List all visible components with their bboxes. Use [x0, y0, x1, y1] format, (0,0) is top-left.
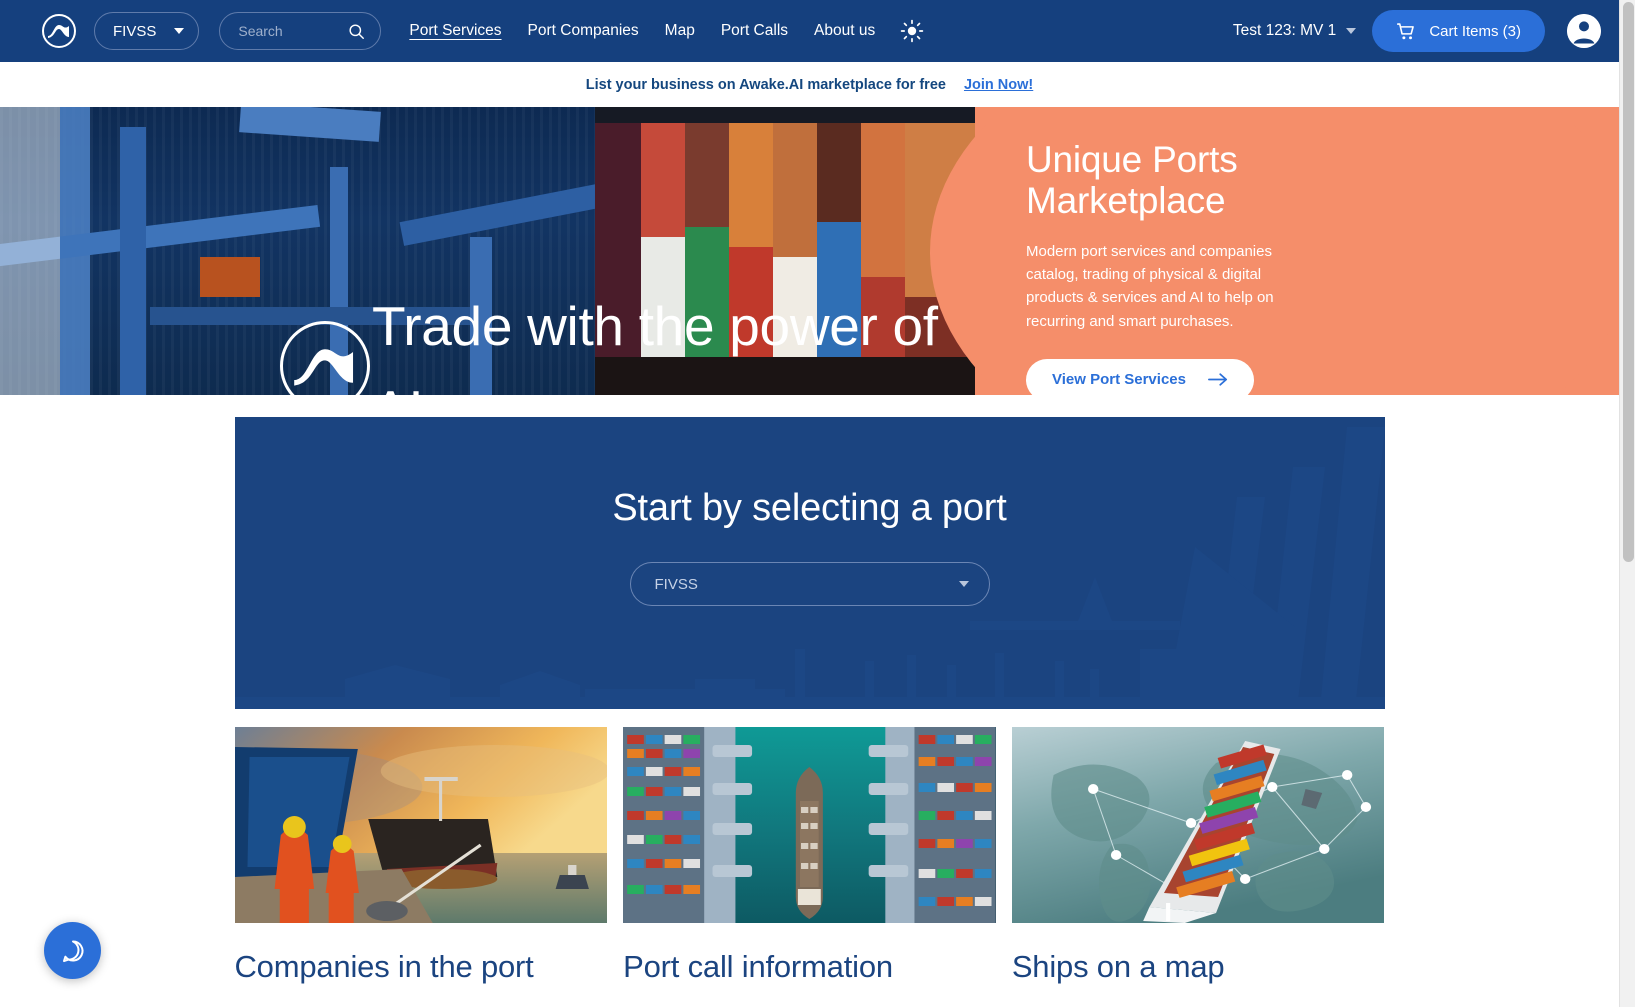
cart-button-label: Cart Items (3): [1429, 22, 1521, 40]
card-companies-in-the-port[interactable]: Companies in the port: [234, 727, 608, 985]
awake-ai-logo[interactable]: [42, 14, 76, 48]
card-port-call-information[interactable]: Port call information: [623, 727, 996, 985]
account-circle-icon[interactable]: [1567, 14, 1601, 48]
header-right-group: Test 123: MV 1 Cart Items (3): [1233, 10, 1601, 52]
card-ships-on-a-map[interactable]: Ships on a map: [1011, 727, 1385, 985]
cart-button[interactable]: Cart Items (3): [1372, 10, 1545, 52]
port-workers-at-sunset-photo: [234, 727, 608, 923]
container-ship-world-map-photo: [1011, 727, 1385, 923]
hero-marketing-panel: Unique Ports Marketplace Modern port ser…: [1026, 107, 1546, 395]
card-title: Port call information: [623, 949, 893, 984]
view-port-services-label: View Port Services: [1052, 371, 1186, 389]
sun-icon[interactable]: [899, 18, 925, 44]
header-port-selector-value: FIVSS: [113, 22, 157, 40]
chevron-down-icon: [958, 581, 969, 587]
card-title: Companies in the port: [234, 949, 534, 984]
browser-viewport: FIVSS Port Services Port Companies Map P…: [0, 0, 1619, 1007]
aerial-container-terminal-photo: [623, 727, 996, 923]
page-scrollbar[interactable]: [1619, 0, 1635, 1007]
page-content: Start by selecting a port FIVSS Companie…: [0, 395, 1619, 985]
card-title: Ships on a map: [1011, 949, 1225, 984]
hero-section: Trade with the power of AI Unique Ports …: [0, 107, 1619, 395]
hero-body: Modern port services and companies catal…: [1026, 242, 1274, 330]
port-dropdown-value: FIVSS: [654, 575, 698, 593]
nav-item-map[interactable]: Map: [665, 22, 695, 40]
port-panel-title: Start by selecting a port: [612, 487, 1007, 529]
nav-item-port-calls[interactable]: Port Calls: [721, 22, 788, 40]
header-port-selector[interactable]: FIVSS: [94, 12, 200, 50]
container-stacks: [595, 107, 975, 395]
nav-item-port-services[interactable]: Port Services: [409, 22, 501, 40]
join-now-link[interactable]: Join Now!: [964, 77, 1033, 93]
search-input[interactable]: [238, 23, 347, 39]
promo-text: List your business on Awake.AI marketpla…: [585, 76, 946, 93]
search-icon: [349, 23, 365, 39]
chevron-down-icon: [174, 28, 185, 34]
vessel-selector-label: Test 123: MV 1: [1232, 22, 1337, 39]
nav-item-port-companies[interactable]: Port Companies: [528, 22, 639, 40]
port-selection-panel: Start by selecting a port FIVSS: [234, 417, 1385, 709]
arrow-right-icon: [1208, 373, 1228, 387]
page-root: FIVSS Port Services Port Companies Map P…: [0, 0, 1635, 1007]
vessel-selector[interactable]: Test 123: MV 1: [1232, 22, 1357, 40]
hero-title: Unique Ports Marketplace: [1026, 139, 1238, 222]
nav-item-about-us[interactable]: About us: [814, 22, 875, 40]
chat-bubble-icon[interactable]: [44, 922, 101, 979]
port-dropdown[interactable]: FIVSS: [629, 562, 990, 606]
shopping-cart-icon: [1397, 22, 1415, 39]
promo-banner: List your business on Awake.AI marketpla…: [0, 62, 1619, 107]
chevron-down-icon: [1346, 28, 1357, 34]
top-navigation-bar: FIVSS Port Services Port Companies Map P…: [0, 0, 1619, 62]
feature-card-grid: Companies in the port Port call informat…: [234, 727, 1385, 985]
search-box[interactable]: [219, 12, 382, 50]
hero-terminal-photo: [0, 107, 975, 395]
view-port-services-button[interactable]: View Port Services: [1026, 358, 1254, 395]
scrollbar-thumb[interactable]: [1623, 2, 1634, 562]
main-nav: Port Services Port Companies Map Port Ca…: [409, 22, 875, 40]
